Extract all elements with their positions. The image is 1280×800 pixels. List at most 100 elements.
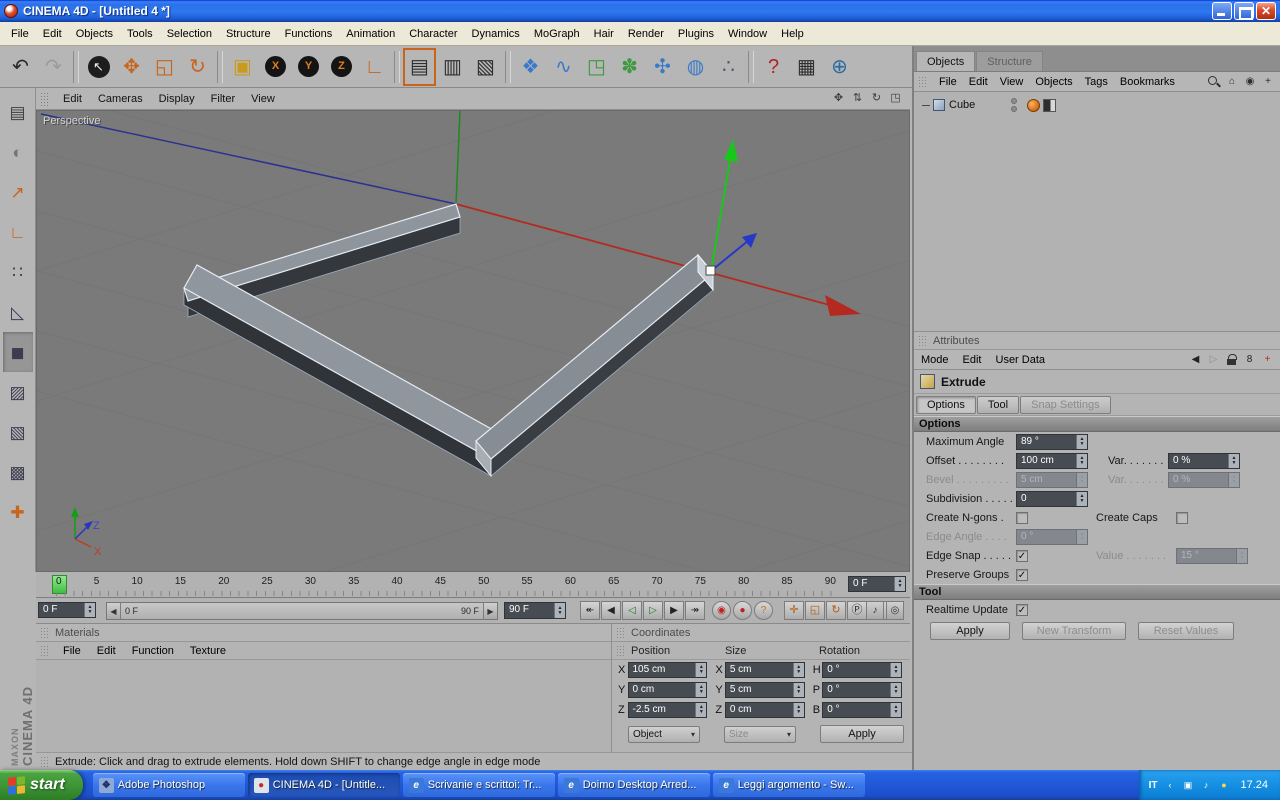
- move-icon[interactable]: ✥: [115, 48, 148, 86]
- realtime-update-checkbox[interactable]: ✓: [1016, 603, 1028, 616]
- clock[interactable]: 17.24: [1240, 779, 1268, 791]
- record-rotation-toggle[interactable]: ↻: [826, 601, 846, 620]
- panel-grip[interactable]: [40, 627, 50, 638]
- panel-grip[interactable]: [616, 645, 626, 656]
- size-x-spinner[interactable]: [792, 663, 804, 677]
- menu-item-tools[interactable]: Tools: [120, 24, 160, 44]
- extruded-object[interactable]: [183, 203, 714, 478]
- viewport-toggle-icon[interactable]: ◳: [887, 90, 904, 107]
- display-settings-icon[interactable]: ▣: [1180, 778, 1195, 793]
- live-selection-icon[interactable]: ↖: [82, 48, 115, 86]
- solo-toggle[interactable]: ◎: [886, 601, 904, 620]
- attr-menu-edit[interactable]: Edit: [956, 352, 989, 368]
- materials-menu-texture[interactable]: Texture: [182, 643, 234, 659]
- rot-p-spinner[interactable]: [890, 683, 902, 697]
- perspective-viewport[interactable]: Perspective Z X: [36, 110, 910, 572]
- size-mode-dropdown[interactable]: Size: [724, 725, 796, 743]
- var2-spinner[interactable]: [1228, 472, 1239, 487]
- range-left-arrow[interactable]: ◀: [107, 603, 121, 619]
- menu-item-render[interactable]: Render: [621, 24, 671, 44]
- attr-menu-user-data[interactable]: User Data: [989, 352, 1053, 368]
- edges-mode-icon[interactable]: ◺: [3, 292, 33, 332]
- rot-p-field[interactable]: 0 °: [822, 682, 903, 698]
- next-frame-button[interactable]: ▶: [664, 601, 684, 620]
- om-menu-tags[interactable]: Tags: [1079, 74, 1114, 90]
- volume-icon[interactable]: ♪: [1198, 778, 1213, 793]
- menu-item-structure[interactable]: Structure: [219, 24, 278, 44]
- viewport-label[interactable]: Perspective: [43, 115, 100, 127]
- panel-grip[interactable]: [40, 91, 49, 106]
- om-menu-objects[interactable]: Objects: [1029, 74, 1078, 90]
- tool-section-header[interactable]: Tool: [914, 584, 1280, 600]
- taskbar-item-adobe-photoshop[interactable]: ❖ Adobe Photoshop: [92, 773, 245, 797]
- range-bar[interactable]: 0 F 90 F: [121, 603, 483, 619]
- materials-menu-file[interactable]: File: [55, 643, 89, 659]
- history-back-icon[interactable]: ◀: [1188, 352, 1203, 367]
- rot-h-field[interactable]: 0 °: [822, 662, 903, 678]
- menu-item-mograph[interactable]: MoGraph: [527, 24, 587, 44]
- materials-list-area[interactable]: [36, 660, 611, 752]
- undo-icon[interactable]: ↶: [4, 48, 37, 86]
- help-icon[interactable]: ?: [757, 48, 790, 86]
- size-z-spinner[interactable]: [792, 703, 804, 717]
- edge-snap-checkbox[interactable]: ✓: [1016, 549, 1028, 562]
- add-environment-icon[interactable]: ◍: [679, 48, 712, 86]
- viewport-canvas[interactable]: Z X: [37, 111, 910, 572]
- camera-rotate-icon[interactable]: ↻: [868, 90, 885, 107]
- sound-toggle[interactable]: ♪: [866, 601, 884, 620]
- snap-settings-icon[interactable]: ✚: [3, 492, 33, 532]
- offset-field[interactable]: 100 cm: [1016, 452, 1088, 469]
- viewport-menu-cameras[interactable]: Cameras: [90, 90, 151, 108]
- add-icon[interactable]: +: [1260, 74, 1276, 89]
- size-y-field[interactable]: 5 cm: [724, 682, 805, 698]
- panel-grip[interactable]: [616, 627, 626, 638]
- current-frame-field[interactable]: 0 F: [848, 576, 906, 592]
- value-spinner[interactable]: [1236, 548, 1247, 563]
- record-scale-toggle[interactable]: ◱: [805, 601, 825, 620]
- offset-spinner[interactable]: [1076, 453, 1087, 468]
- visibility-toggles[interactable]: [1011, 98, 1017, 112]
- polygons-mode-icon[interactable]: ◼: [2, 332, 33, 372]
- layout-icon[interactable]: ▤: [3, 92, 33, 132]
- bevel-spinner[interactable]: [1076, 472, 1087, 487]
- var2-field[interactable]: 0 %: [1168, 471, 1240, 488]
- previous-key-button[interactable]: ◀: [601, 601, 621, 620]
- size-z-field[interactable]: 0 cm: [724, 702, 805, 718]
- coordinate-mode-dropdown[interactable]: Object: [628, 725, 700, 743]
- create-caps-checkbox[interactable]: [1176, 511, 1188, 524]
- frame-end-field[interactable]: 90 F: [504, 602, 566, 619]
- antivirus-icon[interactable]: ●: [1216, 778, 1231, 793]
- om-menu-file[interactable]: File: [933, 74, 963, 90]
- pos-z-spinner[interactable]: [695, 703, 707, 717]
- start-button[interactable]: start: [0, 770, 83, 800]
- maximum-angle-spinner[interactable]: [1076, 434, 1087, 449]
- om-menu-bookmarks[interactable]: Bookmarks: [1114, 74, 1181, 90]
- last-used-tool-icon[interactable]: ▣: [226, 48, 259, 86]
- frame-end-spinner[interactable]: [554, 603, 565, 618]
- history-forward-icon[interactable]: ▷: [1206, 352, 1221, 367]
- add-spline-icon[interactable]: ∿: [547, 48, 580, 86]
- menu-item-plugins[interactable]: Plugins: [671, 24, 721, 44]
- taskbar-item-cinema-4d-untitle[interactable]: ● CINEMA 4D - [Untitle...: [247, 773, 400, 797]
- materials-menu-function[interactable]: Function: [124, 643, 182, 659]
- close-button[interactable]: [1256, 2, 1276, 20]
- tab-objects[interactable]: Objects: [916, 51, 976, 71]
- object-row-cube[interactable]: Cube: [914, 96, 1280, 114]
- object-axis-mode-icon[interactable]: ∟: [3, 212, 33, 252]
- online-help-icon[interactable]: ⊕: [823, 48, 856, 86]
- goto-start-button[interactable]: ↞: [580, 601, 600, 620]
- panel-grip[interactable]: [40, 756, 50, 767]
- om-menu-view[interactable]: View: [994, 74, 1030, 90]
- viewport-menu-edit[interactable]: Edit: [55, 90, 90, 108]
- attributes-title-bar[interactable]: Attributes: [914, 332, 1280, 350]
- var-spinner[interactable]: [1228, 453, 1239, 468]
- record-position-toggle[interactable]: ✛: [784, 601, 804, 620]
- add-primitive-icon[interactable]: ❖: [514, 48, 547, 86]
- menu-item-animation[interactable]: Animation: [339, 24, 402, 44]
- viewport-menu-view[interactable]: View: [243, 90, 283, 108]
- materials-title-bar[interactable]: Materials: [36, 624, 611, 642]
- menu-item-file[interactable]: File: [4, 24, 36, 44]
- viewport-menu-filter[interactable]: Filter: [203, 90, 243, 108]
- camera-pan-icon[interactable]: ✥: [830, 90, 847, 107]
- add-particles-icon[interactable]: ∴: [712, 48, 745, 86]
